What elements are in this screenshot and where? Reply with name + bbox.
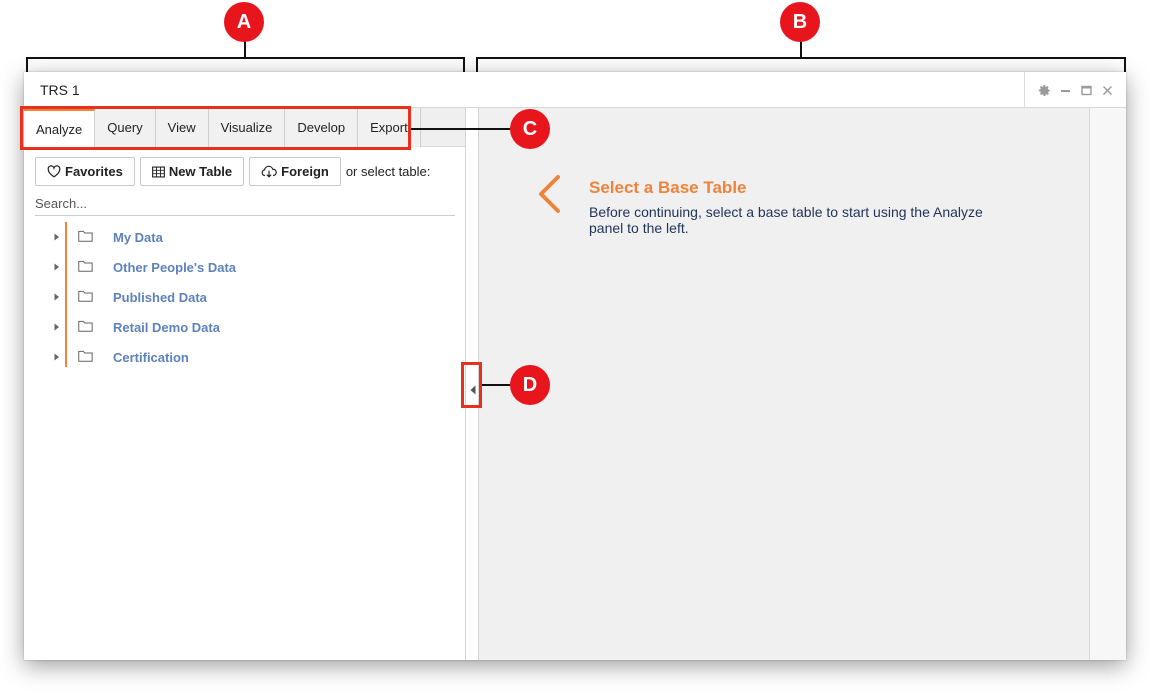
- callout-c: C: [510, 109, 550, 149]
- window-title: TRS 1: [40, 82, 80, 98]
- tree-item-retail-demo-data[interactable]: Retail Demo Data: [50, 312, 460, 342]
- tree-item-label[interactable]: My Data: [113, 230, 163, 245]
- tree-item-label[interactable]: Certification: [113, 350, 189, 365]
- caret-right-icon[interactable]: [54, 293, 60, 301]
- workspace-panel: Select a Base Table Before continuing, s…: [479, 108, 1089, 660]
- empty-state-description: Before continuing, select a base table t…: [589, 204, 983, 236]
- leader-c: [411, 128, 511, 130]
- folder-icon: [78, 290, 93, 302]
- new-table-label: New Table: [168, 164, 233, 179]
- right-side-strip: [1089, 108, 1126, 660]
- caret-right-icon[interactable]: [54, 353, 60, 361]
- tree-item-label[interactable]: Published Data: [113, 290, 207, 305]
- callout-b: B: [780, 2, 820, 42]
- caret-right-icon[interactable]: [54, 233, 60, 241]
- bracket-a: [26, 57, 465, 72]
- gear-icon[interactable]: [1036, 82, 1052, 98]
- chevron-left-icon: [539, 175, 560, 213]
- title-bar: TRS 1: [24, 72, 1126, 108]
- caret-right-icon[interactable]: [54, 263, 60, 271]
- table-source-toolbar: Favorites New Table Foreign or select ta…: [35, 157, 430, 186]
- folder-icon: [78, 230, 93, 242]
- heart-icon: [47, 165, 61, 178]
- callout-d: D: [510, 365, 550, 405]
- minimize-icon[interactable]: [1057, 82, 1073, 98]
- tab-visualize[interactable]: Visualize: [208, 108, 286, 147]
- table-tree: My Data Other People's Data Published Da…: [50, 222, 460, 372]
- leader-d: [482, 384, 512, 386]
- tree-item-published-data[interactable]: Published Data: [50, 282, 460, 312]
- tab-query[interactable]: Query: [95, 108, 156, 147]
- search-input[interactable]: [35, 192, 455, 216]
- collapse-panel-handle[interactable]: [468, 378, 478, 402]
- tab-bar: Analyze Query View Visualize Develop Exp…: [24, 108, 465, 147]
- tab-view[interactable]: View: [155, 108, 209, 147]
- close-icon[interactable]: [1099, 82, 1115, 98]
- folder-icon: [78, 320, 93, 332]
- callout-a: A: [224, 2, 264, 42]
- caret-right-icon[interactable]: [54, 323, 60, 331]
- select-table-label: or select table:: [345, 164, 431, 179]
- new-table-button[interactable]: New Table: [139, 157, 245, 186]
- favorites-label: Favorites: [65, 164, 123, 179]
- panel-splitter[interactable]: [465, 108, 479, 660]
- cloud-download-icon: [261, 165, 277, 178]
- tree-item-label[interactable]: Other People's Data: [113, 260, 236, 275]
- bracket-b: [476, 57, 1126, 72]
- tree-item-label[interactable]: Retail Demo Data: [113, 320, 220, 335]
- folder-icon: [78, 350, 93, 362]
- caret-left-icon: [470, 385, 476, 395]
- table-icon: [151, 166, 165, 177]
- tree-item-my-data[interactable]: My Data: [50, 222, 460, 252]
- maximize-icon[interactable]: [1078, 82, 1094, 98]
- empty-state-title: Select a Base Table: [589, 178, 747, 197]
- foreign-label: Foreign: [281, 164, 329, 179]
- app-window: TRS 1 Analyze Query View Visualize Devel…: [24, 72, 1126, 660]
- foreign-button[interactable]: Foreign: [249, 157, 341, 186]
- analyze-panel: Analyze Query View Visualize Develop Exp…: [24, 108, 465, 660]
- favorites-button[interactable]: Favorites: [35, 157, 135, 186]
- tree-item-other-peoples-data[interactable]: Other People's Data: [50, 252, 460, 282]
- tab-develop[interactable]: Develop: [285, 108, 359, 147]
- folder-icon: [78, 260, 93, 272]
- window-controls: [1024, 72, 1126, 108]
- tab-analyze[interactable]: Analyze: [24, 108, 96, 147]
- tree-item-certification[interactable]: Certification: [50, 342, 460, 372]
